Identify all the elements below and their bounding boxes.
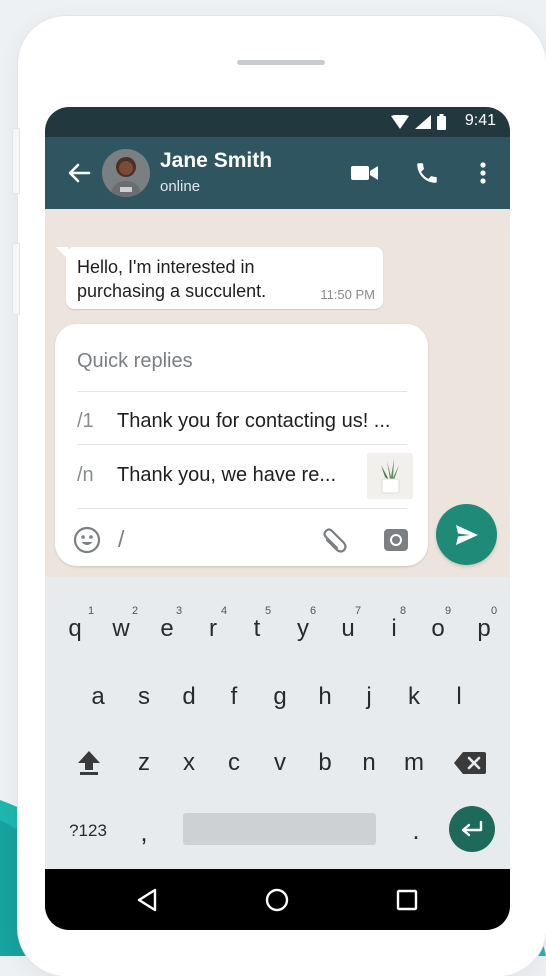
emoji-icon[interactable] [73, 526, 101, 554]
incoming-message: Hello, I'm interested in purchasing a su… [56, 247, 383, 309]
quick-replies-title: Quick replies [77, 350, 193, 372]
backspace-icon[interactable] [454, 752, 486, 774]
send-icon [455, 524, 478, 545]
nav-recents-icon [396, 889, 418, 911]
key-period[interactable]: . [403, 815, 429, 846]
key-d[interactable]: d [176, 683, 202, 711]
nav-home-button[interactable] [263, 886, 291, 914]
key-k[interactable]: k [401, 683, 427, 711]
quick-reply-text: Thank you for contacting us! ... [117, 410, 391, 432]
bubble-tail [56, 247, 68, 259]
key-symbols[interactable]: ?123 [63, 821, 113, 841]
key-z[interactable]: z [131, 749, 157, 777]
video-call-icon [351, 166, 378, 180]
side-button [12, 243, 20, 315]
status-bar: 9:41 [45, 107, 510, 137]
quick-reply-item[interactable]: /n Thank you, we have re... [77, 446, 413, 499]
quick-reply-shortcut: /n [77, 464, 94, 486]
nav-recents-button[interactable] [393, 886, 421, 914]
key-comma[interactable]: , [131, 817, 157, 848]
key-enter[interactable] [449, 806, 495, 852]
key-b[interactable]: b [312, 749, 338, 777]
divider [77, 444, 407, 445]
quick-reply-shortcut: /1 [77, 410, 94, 432]
key-x[interactable]: x [176, 749, 202, 777]
key-hint: 1 [88, 605, 95, 617]
navigation-bar [45, 869, 510, 930]
more-options-button[interactable] [467, 159, 499, 187]
quick-reply-thumbnail [367, 453, 413, 499]
speaker-grille [237, 60, 325, 65]
nav-home-icon [265, 888, 289, 912]
status-icons [391, 114, 446, 130]
send-button[interactable] [436, 504, 497, 565]
back-button[interactable] [65, 159, 93, 187]
key-q[interactable]: q [62, 615, 88, 643]
key-i[interactable]: i [381, 615, 407, 643]
nav-back-icon [137, 888, 157, 912]
attach-icon[interactable] [319, 526, 349, 556]
key-p[interactable]: p [471, 615, 497, 643]
soft-keyboard: 1 q 2 w 3 e 4 r 5 t 6 y 7 u 8 i 9 o 0 p … [45, 577, 510, 869]
key-o[interactable]: o [425, 615, 451, 643]
message-composer: / [55, 514, 428, 566]
video-call-button[interactable] [349, 159, 381, 187]
message-text: Hello, I'm interested in purchasing a su… [77, 257, 267, 301]
phone-screen: 9:41 Jane Smith online Hello, I'm intere… [45, 107, 510, 930]
wifi-icon [391, 115, 409, 129]
key-n[interactable]: n [356, 749, 382, 777]
key-l[interactable]: l [446, 683, 472, 711]
avatar-image [102, 149, 150, 197]
quick-reply-text: Thank you, we have re... [117, 464, 337, 486]
camera-icon[interactable] [382, 526, 410, 554]
more-vertical-icon [480, 162, 486, 184]
phone-icon [417, 163, 437, 183]
side-button [12, 128, 20, 194]
key-t[interactable]: t [244, 615, 270, 643]
status-time: 9:41 [464, 112, 496, 129]
key-c[interactable]: c [221, 749, 247, 777]
key-g[interactable]: g [267, 683, 293, 711]
key-v[interactable]: v [267, 749, 293, 777]
signal-icon [415, 115, 431, 129]
nav-back-button[interactable] [133, 886, 161, 914]
key-r[interactable]: r [200, 615, 226, 643]
composer-input[interactable]: / [118, 526, 124, 553]
chat-header: Jane Smith online [45, 137, 510, 209]
key-y[interactable]: y [290, 615, 316, 643]
contact-name: Jane Smith [160, 149, 273, 172]
enter-icon [461, 820, 483, 837]
key-j[interactable]: j [356, 683, 382, 711]
quick-reply-item[interactable]: /1 Thank you for contacting us! ... [77, 392, 413, 444]
key-a[interactable]: a [85, 683, 111, 711]
key-s[interactable]: s [131, 683, 157, 711]
key-f[interactable]: f [221, 683, 247, 711]
key-w[interactable]: w [108, 615, 134, 643]
shift-icon[interactable] [77, 749, 101, 775]
key-h[interactable]: h [312, 683, 338, 711]
quick-replies-panel: Quick replies /1 Thank you for contactin… [55, 324, 428, 566]
key-e[interactable]: e [154, 615, 180, 643]
back-arrow-icon [68, 163, 91, 183]
voice-call-button[interactable] [411, 159, 443, 187]
key-space[interactable] [183, 813, 376, 845]
message-time: 11:50 PM [320, 287, 375, 302]
key-u[interactable]: u [335, 615, 361, 643]
avatar[interactable] [102, 149, 150, 197]
divider [77, 508, 407, 509]
battery-icon [437, 114, 446, 130]
key-m[interactable]: m [397, 749, 431, 777]
succulent-image [367, 453, 413, 499]
contact-status: online [160, 178, 201, 195]
